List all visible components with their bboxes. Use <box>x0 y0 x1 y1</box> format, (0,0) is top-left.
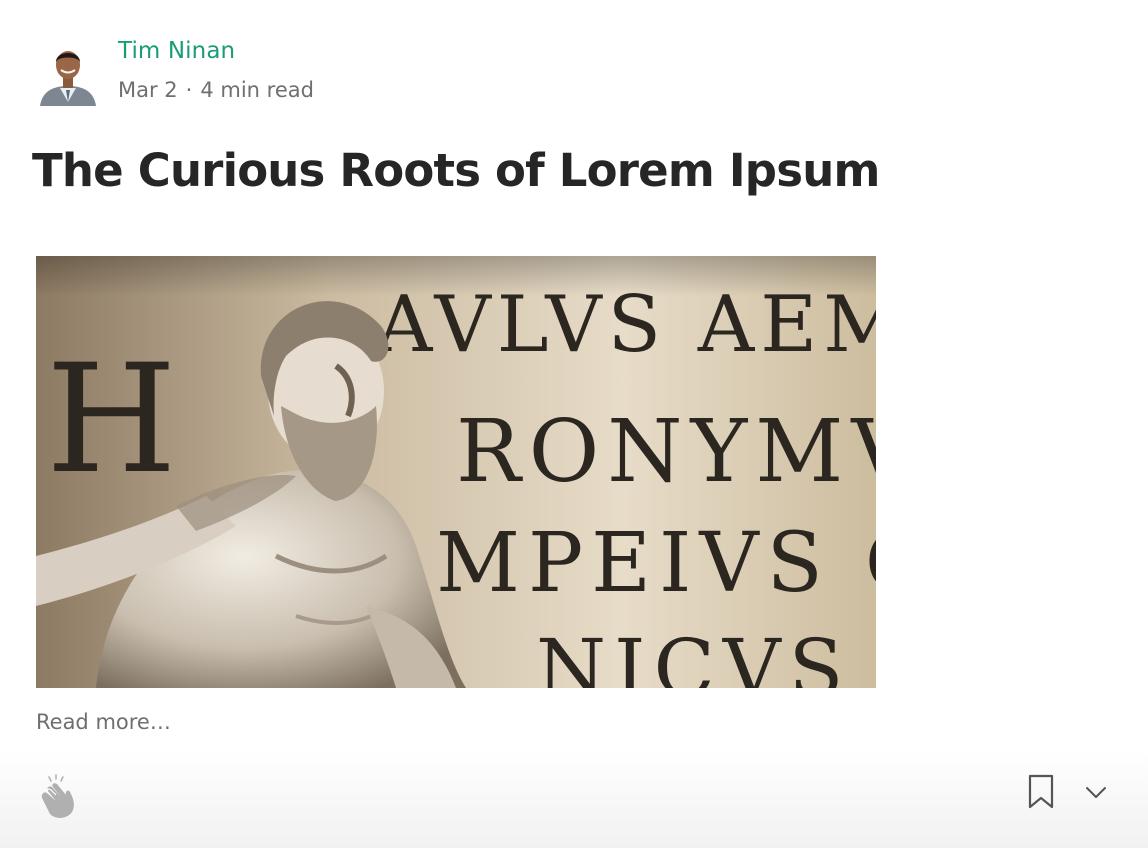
meta-separator: · <box>185 78 193 102</box>
inscription-line-1: AVLVS AEMILIVS <box>375 280 876 370</box>
post-date: Mar 2 <box>118 78 178 102</box>
post-title[interactable]: The Curious Roots of Lorem Ipsum <box>32 144 880 197</box>
read-time: 4 min read <box>200 78 314 102</box>
read-more-link[interactable]: Read more… <box>36 710 171 734</box>
hero-image[interactable]: AVLVS AEMILIVS H RONYMVS MPEIVS CA NICVS… <box>36 256 876 688</box>
chevron-down-icon <box>1086 787 1106 798</box>
inscription-left: H <box>46 333 177 507</box>
inscription-line-2: RONYMVS <box>456 402 876 502</box>
clap-button[interactable] <box>32 772 82 822</box>
avatar[interactable] <box>38 40 98 106</box>
hero-illustration: AVLVS AEMILIVS H RONYMVS MPEIVS CA NICVS… <box>36 256 876 688</box>
inscription-line-3: MPEIVS CA <box>436 516 876 611</box>
post-footer <box>0 752 1148 848</box>
post-card: Tim Ninan Mar 2 · 4 min read The Curious… <box>0 0 1148 848</box>
more-options-button[interactable] <box>1082 780 1110 804</box>
bookmark-button[interactable] <box>1026 774 1056 810</box>
post-meta: Mar 2 · 4 min read <box>118 78 314 102</box>
author-link[interactable]: Tim Ninan <box>118 38 235 64</box>
avatar-icon <box>40 51 96 106</box>
bookmark-icon <box>1028 774 1054 809</box>
inscription-line-4: NICVS DE <box>536 622 876 688</box>
clap-icon <box>41 774 74 818</box>
